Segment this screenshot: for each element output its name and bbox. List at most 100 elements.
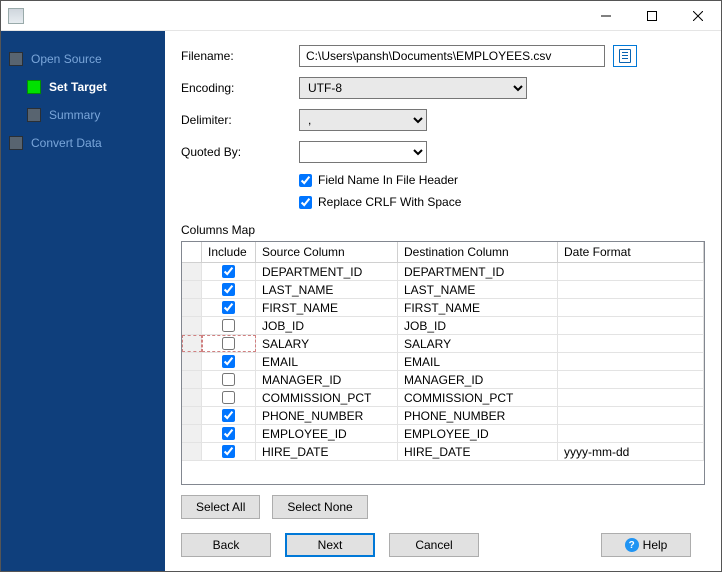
grid-header-date[interactable]: Date Format bbox=[558, 242, 704, 262]
row-selector[interactable] bbox=[182, 263, 202, 280]
include-checkbox[interactable] bbox=[222, 355, 235, 368]
back-button[interactable]: Back bbox=[181, 533, 271, 557]
date-format-cell[interactable] bbox=[558, 407, 704, 424]
source-column-cell[interactable]: SALARY bbox=[256, 335, 398, 352]
destination-column-cell[interactable]: PHONE_NUMBER bbox=[398, 407, 558, 424]
date-format-cell[interactable] bbox=[558, 263, 704, 280]
table-row[interactable]: EMPLOYEE_IDEMPLOYEE_ID bbox=[182, 425, 704, 443]
include-cell[interactable] bbox=[202, 281, 256, 298]
date-format-cell[interactable] bbox=[558, 425, 704, 442]
source-column-cell[interactable]: JOB_ID bbox=[256, 317, 398, 334]
table-row[interactable]: HIRE_DATEHIRE_DATEyyyy-mm-dd bbox=[182, 443, 704, 461]
cancel-button[interactable]: Cancel bbox=[389, 533, 479, 557]
include-cell[interactable] bbox=[202, 299, 256, 316]
row-selector[interactable] bbox=[182, 425, 202, 442]
row-selector[interactable] bbox=[182, 299, 202, 316]
destination-column-cell[interactable]: DEPARTMENT_ID bbox=[398, 263, 558, 280]
encoding-select[interactable]: UTF-8 bbox=[299, 77, 527, 99]
include-checkbox[interactable] bbox=[222, 409, 235, 422]
destination-column-cell[interactable]: HIRE_DATE bbox=[398, 443, 558, 460]
include-cell[interactable] bbox=[202, 443, 256, 460]
source-column-cell[interactable]: DEPARTMENT_ID bbox=[256, 263, 398, 280]
source-column-cell[interactable]: MANAGER_ID bbox=[256, 371, 398, 388]
source-column-cell[interactable]: FIRST_NAME bbox=[256, 299, 398, 316]
help-button[interactable]: ?Help bbox=[601, 533, 691, 557]
source-column-cell[interactable]: HIRE_DATE bbox=[256, 443, 398, 460]
date-format-cell[interactable] bbox=[558, 317, 704, 334]
table-row[interactable]: DEPARTMENT_IDDEPARTMENT_ID bbox=[182, 263, 704, 281]
include-checkbox[interactable] bbox=[222, 337, 235, 350]
browse-file-button[interactable] bbox=[613, 45, 637, 67]
row-selector[interactable] bbox=[182, 407, 202, 424]
include-cell[interactable] bbox=[202, 335, 256, 352]
date-format-cell[interactable] bbox=[558, 371, 704, 388]
date-format-cell[interactable]: yyyy-mm-dd bbox=[558, 443, 704, 460]
table-row[interactable]: FIRST_NAMEFIRST_NAME bbox=[182, 299, 704, 317]
row-selector[interactable] bbox=[182, 389, 202, 406]
source-column-cell[interactable]: PHONE_NUMBER bbox=[256, 407, 398, 424]
destination-column-cell[interactable]: JOB_ID bbox=[398, 317, 558, 334]
date-format-cell[interactable] bbox=[558, 353, 704, 370]
include-cell[interactable] bbox=[202, 317, 256, 334]
table-row[interactable]: MANAGER_IDMANAGER_ID bbox=[182, 371, 704, 389]
field-name-header-checkbox[interactable] bbox=[299, 174, 312, 187]
source-column-cell[interactable]: LAST_NAME bbox=[256, 281, 398, 298]
include-checkbox[interactable] bbox=[222, 301, 235, 314]
select-none-button[interactable]: Select None bbox=[272, 495, 367, 519]
include-checkbox[interactable] bbox=[222, 283, 235, 296]
destination-column-cell[interactable]: COMMISSION_PCT bbox=[398, 389, 558, 406]
include-checkbox[interactable] bbox=[222, 391, 235, 404]
row-selector[interactable] bbox=[182, 317, 202, 334]
destination-column-cell[interactable]: EMPLOYEE_ID bbox=[398, 425, 558, 442]
delimiter-select[interactable]: , bbox=[299, 109, 427, 131]
row-selector[interactable] bbox=[182, 371, 202, 388]
filename-input[interactable] bbox=[299, 45, 605, 67]
sidebar-item-convert-data[interactable]: Convert Data bbox=[1, 129, 165, 157]
include-checkbox[interactable] bbox=[222, 373, 235, 386]
minimize-button[interactable] bbox=[583, 1, 629, 31]
table-row[interactable]: SALARYSALARY bbox=[182, 335, 704, 353]
destination-column-cell[interactable]: LAST_NAME bbox=[398, 281, 558, 298]
destination-column-cell[interactable]: MANAGER_ID bbox=[398, 371, 558, 388]
row-selector[interactable] bbox=[182, 443, 202, 460]
date-format-cell[interactable] bbox=[558, 389, 704, 406]
include-checkbox[interactable] bbox=[222, 265, 235, 278]
include-cell[interactable] bbox=[202, 353, 256, 370]
include-checkbox[interactable] bbox=[222, 445, 235, 458]
sidebar-item-open-source[interactable]: Open Source bbox=[1, 45, 165, 73]
row-selector[interactable] bbox=[182, 281, 202, 298]
date-format-cell[interactable] bbox=[558, 335, 704, 352]
table-row[interactable]: PHONE_NUMBERPHONE_NUMBER bbox=[182, 407, 704, 425]
replace-crlf-checkbox[interactable] bbox=[299, 196, 312, 209]
include-cell[interactable] bbox=[202, 407, 256, 424]
grid-header-include[interactable]: Include bbox=[202, 242, 256, 262]
source-column-cell[interactable]: EMAIL bbox=[256, 353, 398, 370]
grid-header-source[interactable]: Source Column bbox=[256, 242, 398, 262]
row-selector[interactable] bbox=[182, 335, 202, 352]
source-column-cell[interactable]: COMMISSION_PCT bbox=[256, 389, 398, 406]
maximize-button[interactable] bbox=[629, 1, 675, 31]
destination-column-cell[interactable]: EMAIL bbox=[398, 353, 558, 370]
include-cell[interactable] bbox=[202, 263, 256, 280]
include-cell[interactable] bbox=[202, 389, 256, 406]
select-all-button[interactable]: Select All bbox=[181, 495, 260, 519]
include-checkbox[interactable] bbox=[222, 427, 235, 440]
grid-header-dest[interactable]: Destination Column bbox=[398, 242, 558, 262]
next-button[interactable]: Next bbox=[285, 533, 375, 557]
include-checkbox[interactable] bbox=[222, 319, 235, 332]
destination-column-cell[interactable]: SALARY bbox=[398, 335, 558, 352]
date-format-cell[interactable] bbox=[558, 281, 704, 298]
sidebar-item-set-target[interactable]: Set Target bbox=[19, 73, 165, 101]
table-row[interactable]: EMAILEMAIL bbox=[182, 353, 704, 371]
destination-column-cell[interactable]: FIRST_NAME bbox=[398, 299, 558, 316]
table-row[interactable]: LAST_NAMELAST_NAME bbox=[182, 281, 704, 299]
close-button[interactable] bbox=[675, 1, 721, 31]
quoted-by-select[interactable] bbox=[299, 141, 427, 163]
include-cell[interactable] bbox=[202, 371, 256, 388]
source-column-cell[interactable]: EMPLOYEE_ID bbox=[256, 425, 398, 442]
date-format-cell[interactable] bbox=[558, 299, 704, 316]
include-cell[interactable] bbox=[202, 425, 256, 442]
table-row[interactable]: JOB_IDJOB_ID bbox=[182, 317, 704, 335]
grid-body[interactable]: DEPARTMENT_IDDEPARTMENT_IDLAST_NAMELAST_… bbox=[182, 263, 704, 484]
sidebar-item-summary[interactable]: Summary bbox=[19, 101, 165, 129]
